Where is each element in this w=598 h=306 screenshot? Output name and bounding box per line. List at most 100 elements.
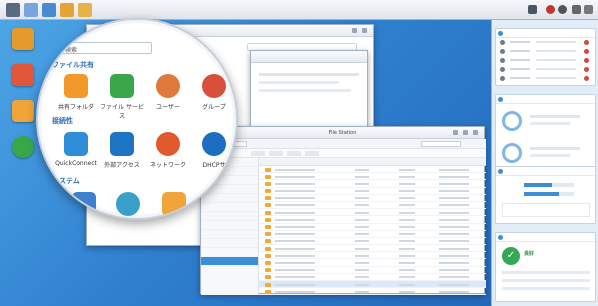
file-station-icon[interactable] <box>60 3 74 17</box>
file-cell <box>399 190 415 193</box>
folder-tree-item[interactable] <box>201 203 258 212</box>
file-row[interactable] <box>259 252 486 260</box>
minimize-icon[interactable] <box>352 28 357 33</box>
folder-tree-item[interactable] <box>201 230 258 239</box>
file-cell <box>355 269 369 272</box>
control-panel-item-label[interactable]: DHCPサ <box>192 160 236 169</box>
desktop-shortcut-icon[interactable] <box>12 64 34 86</box>
close-icon[interactable] <box>362 28 367 33</box>
system-health-widget: ✓ 良好 <box>495 232 596 302</box>
desktop-shortcut-icon[interactable] <box>12 100 34 122</box>
action-button[interactable] <box>287 151 301 156</box>
action-bar <box>201 149 486 158</box>
user-icon[interactable] <box>156 74 180 98</box>
user-icon[interactable] <box>558 5 567 14</box>
external-access-icon[interactable] <box>110 132 134 156</box>
desktop-shortcut-icon[interactable] <box>12 28 34 50</box>
file-row[interactable] <box>259 231 486 238</box>
upload-button[interactable] <box>269 151 283 156</box>
file-row[interactable] <box>259 259 486 267</box>
user-icon <box>500 58 505 63</box>
file-cell <box>275 190 315 193</box>
file-row[interactable] <box>259 166 486 174</box>
minimize-icon[interactable] <box>453 130 458 135</box>
file-row[interactable] <box>259 173 486 181</box>
control-panel-item-label[interactable]: QuickConnect <box>54 160 98 167</box>
control-panel-item-label[interactable]: ファイル サービス <box>100 102 144 120</box>
control-panel-item-label[interactable]: 外部アクセス <box>100 160 144 169</box>
kick-user-icon[interactable] <box>584 67 589 72</box>
resource-monitor-widget <box>495 166 596 224</box>
create-button[interactable] <box>251 151 265 156</box>
folder-tree-item[interactable] <box>201 248 258 257</box>
file-row[interactable] <box>259 195 486 202</box>
file-cell <box>399 269 415 272</box>
folder-tree-item[interactable] <box>201 194 258 203</box>
file-cell <box>439 261 469 264</box>
search-icon[interactable] <box>546 5 555 14</box>
file-services-icon[interactable] <box>110 74 134 98</box>
file-cell <box>399 233 415 236</box>
kick-user-icon[interactable] <box>584 58 589 63</box>
close-icon[interactable] <box>473 130 478 135</box>
group-icon[interactable] <box>202 74 226 98</box>
file-cell <box>355 168 369 171</box>
file-row[interactable] <box>259 216 486 224</box>
system-item-icon[interactable] <box>162 192 186 216</box>
search-input[interactable]: 検索 <box>60 42 152 54</box>
tools-button[interactable] <box>305 151 319 156</box>
system-item-icon[interactable] <box>116 192 140 216</box>
folder-tree-item[interactable] <box>201 212 258 221</box>
kick-user-icon[interactable] <box>584 40 589 45</box>
system-item-icon[interactable] <box>72 192 96 216</box>
notification-icon[interactable] <box>528 5 537 14</box>
main-menu-icon[interactable] <box>6 3 20 17</box>
cpu-bar <box>524 183 552 187</box>
file-list <box>259 166 486 295</box>
file-row[interactable] <box>259 245 486 253</box>
file-row[interactable] <box>259 238 486 246</box>
folder-tree-item[interactable] <box>201 221 258 230</box>
folder-icon <box>265 282 271 287</box>
file-row[interactable] <box>259 274 486 281</box>
checkmark-icon: ✓ <box>502 247 520 265</box>
file-cell <box>439 269 469 272</box>
file-row[interactable] <box>259 224 486 231</box>
file-cell <box>355 240 369 243</box>
control-panel-icon[interactable] <box>42 3 56 17</box>
control-panel-item-label[interactable]: 共有フォルダ <box>54 102 98 111</box>
file-row[interactable] <box>259 180 486 188</box>
file-row[interactable] <box>259 267 486 274</box>
dhcp-icon[interactable] <box>202 132 226 156</box>
search-input[interactable] <box>421 141 461 147</box>
file-row[interactable] <box>259 288 486 295</box>
file-cell <box>439 276 469 279</box>
file-list-header <box>259 158 486 166</box>
package-center-icon[interactable] <box>24 3 38 17</box>
file-cell <box>275 175 315 178</box>
control-panel-item-label[interactable]: ユーザー <box>146 102 190 111</box>
desktop: File Station ✓ 良好 検索 ファイル共有 接続性 システム 共有フ… <box>0 0 598 306</box>
file-row[interactable] <box>259 281 486 289</box>
folder-tree-item[interactable] <box>201 257 258 266</box>
maximize-icon[interactable] <box>463 130 468 135</box>
file-row[interactable] <box>259 188 486 195</box>
quickconnect-icon[interactable] <box>64 132 88 156</box>
shared-folder-icon[interactable] <box>64 74 88 98</box>
control-panel-item-label[interactable]: グループ <box>192 102 236 111</box>
control-panel-item-label[interactable]: ネットワーク <box>146 160 190 169</box>
options-icon[interactable] <box>572 5 581 14</box>
folder-tree-item[interactable] <box>201 239 258 248</box>
kick-user-icon[interactable] <box>584 76 589 81</box>
file-cell <box>355 218 369 221</box>
folder-icon <box>265 275 271 280</box>
extra-app-icon[interactable] <box>78 3 92 17</box>
file-row[interactable] <box>259 202 486 210</box>
widgets-icon[interactable] <box>584 5 593 14</box>
kick-user-icon[interactable] <box>584 49 589 54</box>
network-icon[interactable] <box>156 132 180 156</box>
file-row[interactable] <box>259 209 486 217</box>
file-station-window: File Station <box>200 126 486 295</box>
desktop-shortcut-icon[interactable] <box>12 136 34 158</box>
file-cell <box>439 197 469 200</box>
